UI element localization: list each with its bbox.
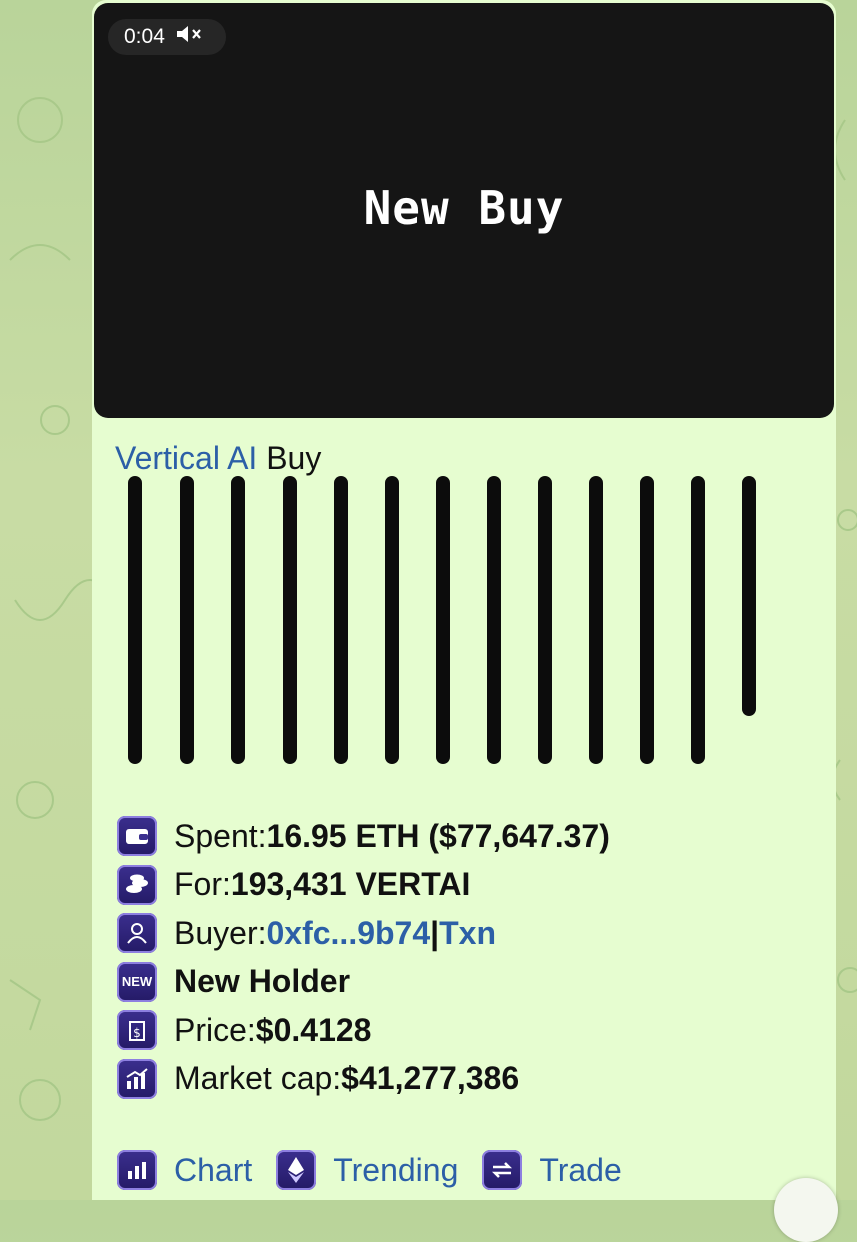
chart-link-label[interactable]: Chart [174, 1152, 252, 1189]
chart-link[interactable]: Chart [117, 1150, 252, 1190]
buyer-label: Buyer: [174, 914, 267, 951]
emoji-column [128, 476, 142, 764]
buy-emoji-bars [128, 476, 768, 766]
price-tag-icon: $ [117, 1010, 157, 1051]
coins-icon [117, 864, 157, 905]
scroll-down-button[interactable] [774, 1178, 838, 1242]
price-label: Price: [174, 1011, 256, 1048]
market-cap-label: Market cap: [174, 1060, 342, 1097]
trending-link[interactable]: Trending [276, 1150, 458, 1190]
emoji-column [640, 476, 654, 764]
separator: | [430, 914, 440, 951]
emoji-column [334, 476, 348, 764]
for-value: 193,431 VERTAI [230, 866, 471, 903]
emoji-column [691, 476, 705, 764]
for-row: For: 193,431 VERTAI [117, 861, 610, 910]
txn-link[interactable]: Txn [439, 915, 496, 952]
market-cap-row: Market cap: $41,277,386 [117, 1055, 610, 1104]
buyer-row: Buyer: 0xfc...9b74 | Txn [117, 909, 610, 958]
market-cap-value: $41,277,386 [341, 1060, 520, 1097]
for-label: For: [174, 866, 231, 903]
user-icon [117, 913, 157, 954]
price-row: $ Price: $0.4128 [117, 1006, 610, 1055]
speaker-muted-icon[interactable] [175, 24, 203, 50]
buy-details: Spent: 16.95 ETH ($77,647.37) For: 193,4… [117, 812, 610, 1103]
emoji-column [385, 476, 399, 764]
bar-chart-icon [117, 1150, 157, 1190]
emoji-column [180, 476, 194, 764]
headline-action: Buy [257, 440, 322, 476]
spent-value: 16.95 ETH ($77,647.37) [266, 817, 610, 854]
wallet-icon [117, 816, 157, 857]
trade-link-label[interactable]: Trade [539, 1152, 621, 1189]
emoji-column [283, 476, 297, 764]
video-player[interactable]: 0:04 New Buy [94, 3, 834, 418]
emoji-column [231, 476, 245, 764]
svg-text:$: $ [133, 1026, 141, 1040]
emoji-column [742, 476, 756, 716]
buyer-address-link[interactable]: 0xfc...9b74 [266, 915, 430, 952]
trade-link[interactable]: Trade [482, 1150, 622, 1190]
chart-growth-icon [117, 1058, 157, 1099]
video-status-badge[interactable]: 0:04 [108, 19, 226, 55]
spent-row: Spent: 16.95 ETH ($77,647.37) [117, 812, 610, 861]
trending-link-label[interactable]: Trending [333, 1152, 458, 1189]
new-badge-icon: NEW [117, 961, 157, 1002]
price-value: $0.4128 [255, 1011, 372, 1048]
video-timestamp: 0:04 [124, 25, 165, 48]
message-headline: Vertical AI Buy [115, 440, 321, 477]
swap-icon [482, 1150, 523, 1190]
emoji-column [487, 476, 501, 764]
message-bubble: 0:04 New Buy Vertical AI Buy Spent: 16.9… [92, 0, 836, 1200]
ethereum-icon [276, 1150, 317, 1190]
spent-label: Spent: [174, 817, 267, 854]
new-holder-row: NEW New Holder [117, 958, 610, 1007]
emoji-column [538, 476, 552, 764]
emoji-column [436, 476, 450, 764]
new-holder-text: New Holder [174, 963, 351, 1000]
emoji-column [589, 476, 603, 764]
message-footer-links: Chart Trending Trade [117, 1150, 646, 1190]
token-link[interactable]: Vertical AI [115, 440, 257, 476]
video-title: New Buy [363, 181, 565, 235]
